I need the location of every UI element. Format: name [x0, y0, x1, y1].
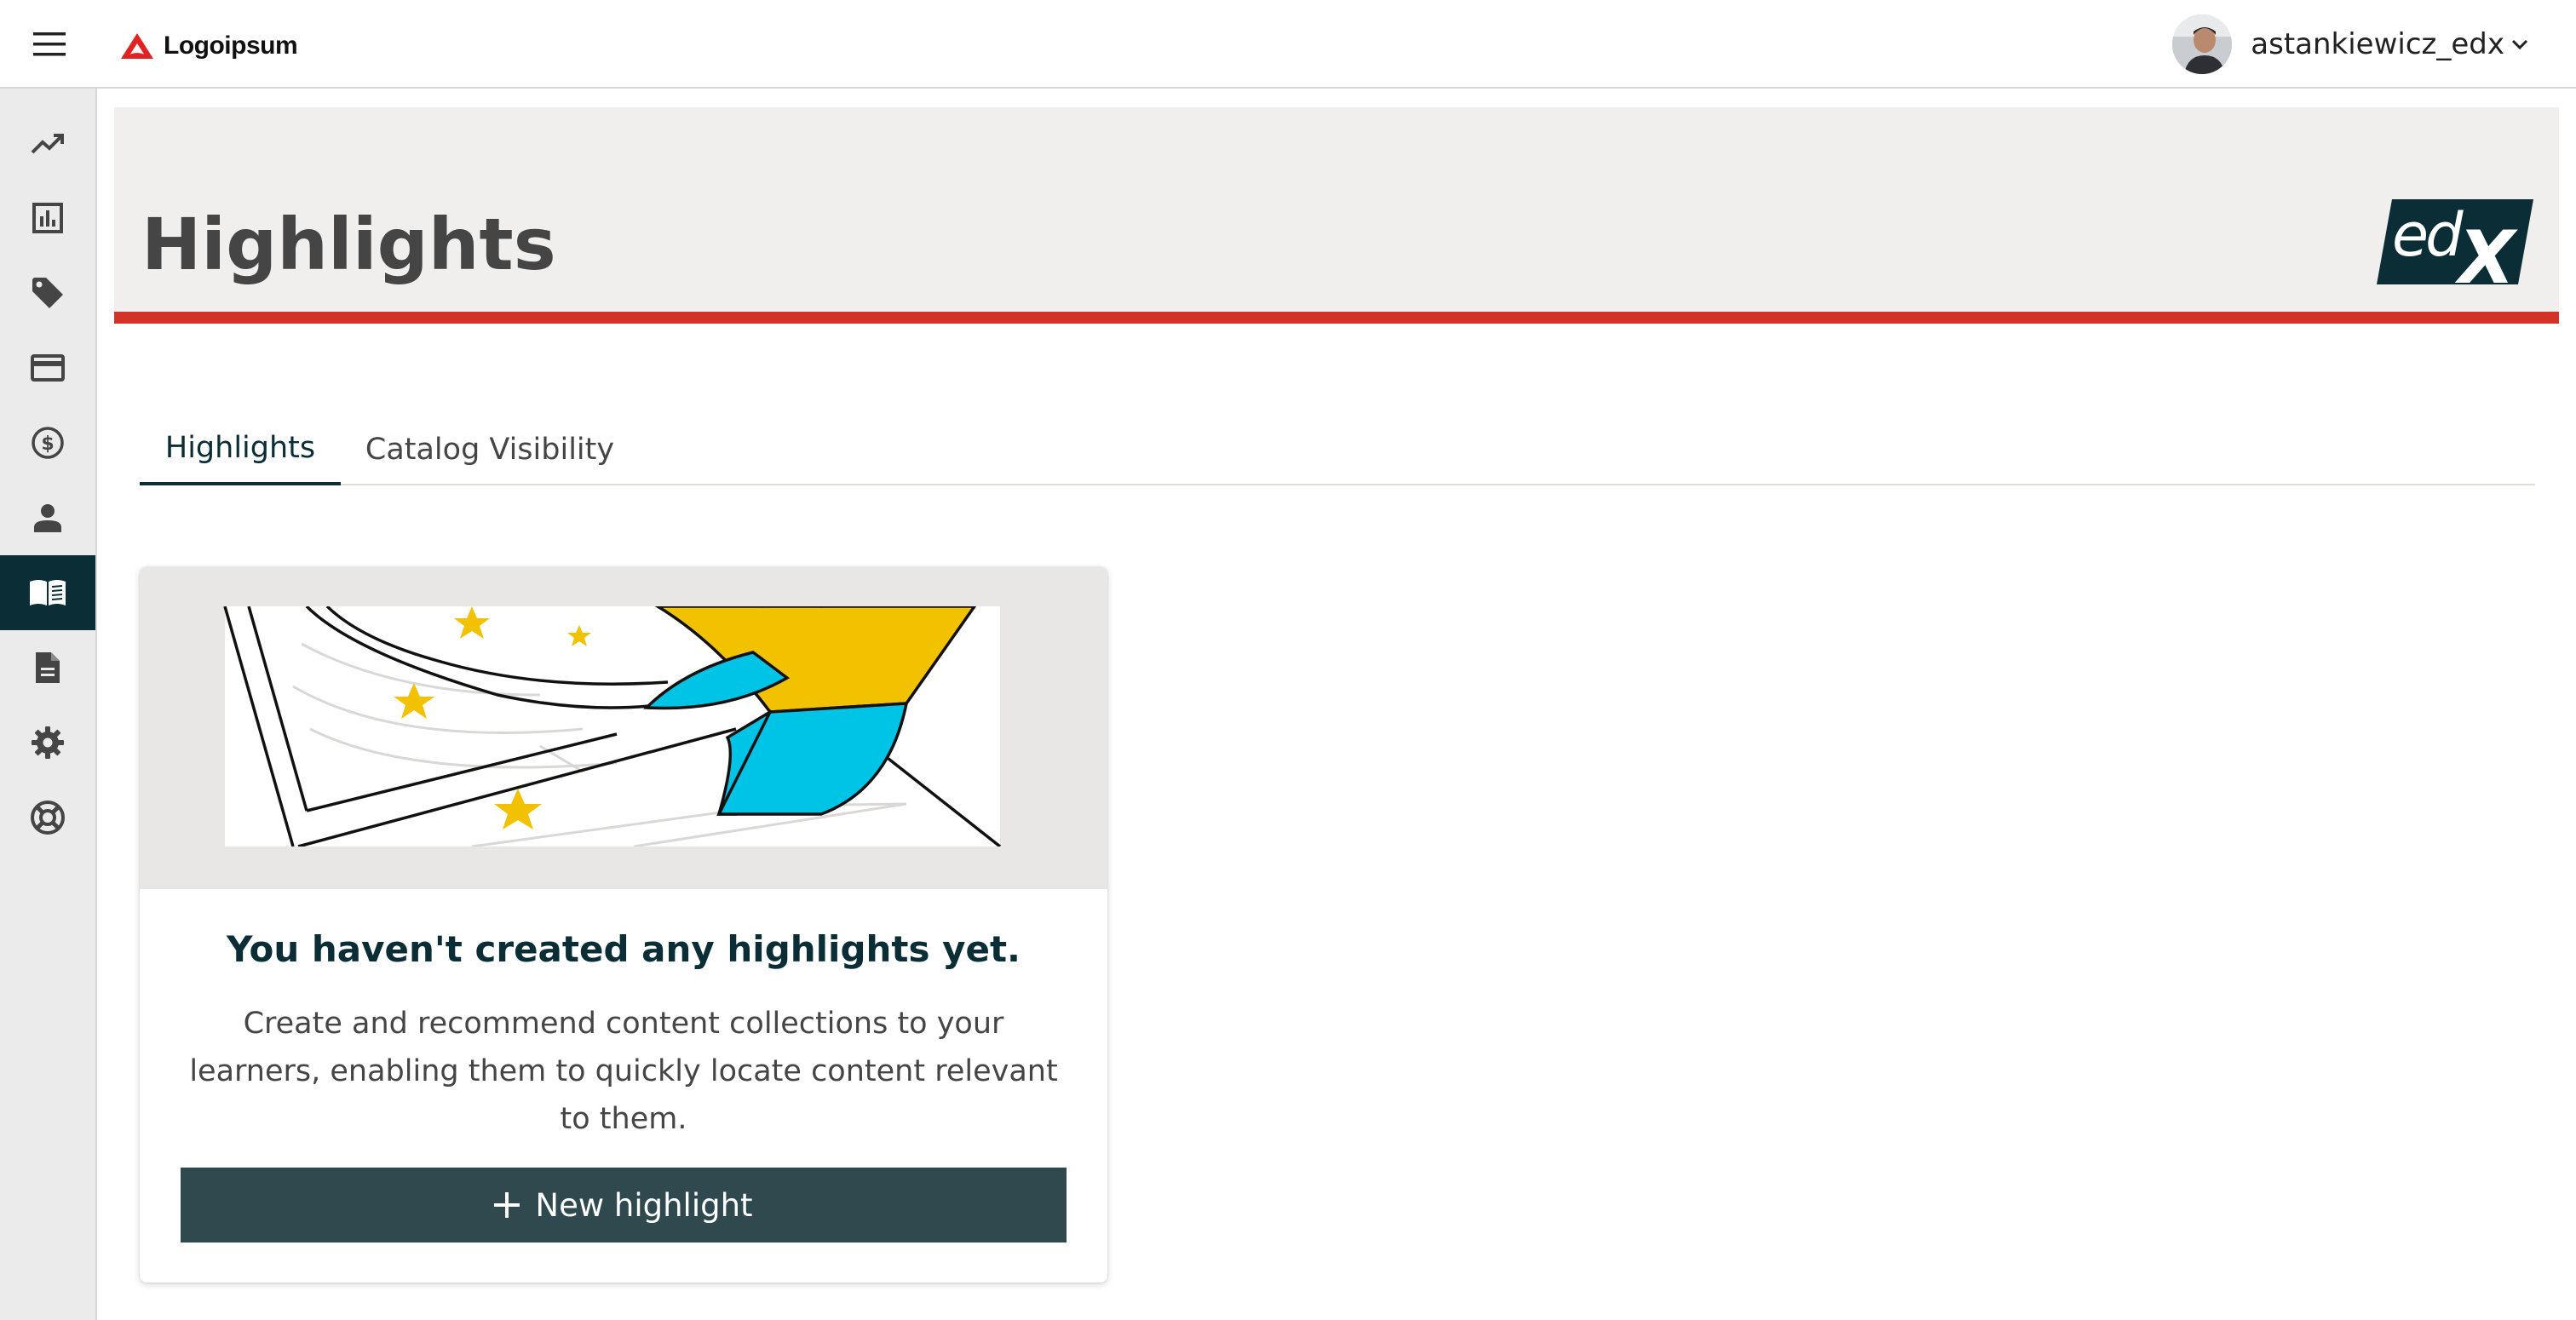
svg-text:ed: ed: [2392, 200, 2464, 270]
page-title: Highlights: [141, 203, 556, 286]
sidebar-item-content-highlights[interactable]: [0, 555, 95, 630]
edx-logo: ed X: [2377, 198, 2533, 301]
credit-card-icon: [31, 354, 65, 382]
dollar-icon: $: [32, 427, 64, 459]
tabs-bar: Highlights Catalog Visibility: [140, 414, 2535, 485]
document-icon: [36, 652, 60, 683]
tab-highlights[interactable]: Highlights: [140, 414, 341, 485]
hamburger-menu-button[interactable]: [20, 19, 78, 70]
sidebar-item-people[interactable]: [0, 480, 95, 555]
new-highlight-button[interactable]: New highlight: [181, 1168, 1067, 1243]
tag-icon: [32, 278, 63, 308]
username-label: astankiewicz_edx: [2251, 27, 2504, 61]
trending-up-icon: [31, 134, 64, 154]
logo-mark-icon: [121, 33, 153, 59]
sidebar-item-support[interactable]: [0, 780, 95, 855]
sidebar-item-codes[interactable]: [0, 255, 95, 330]
empty-state-title: You haven't created any highlights yet.: [226, 928, 1021, 970]
gear-icon: [32, 726, 64, 759]
chevron-down-icon: [2511, 39, 2528, 50]
sidebar-nav: $: [0, 89, 97, 1320]
sidebar-item-subscriptions[interactable]: [0, 330, 95, 405]
sidebar-item-settings[interactable]: [0, 705, 95, 780]
top-header: Logoipsum astankiewicz_edx: [0, 0, 2576, 89]
plus-icon: [494, 1192, 520, 1218]
support-icon: [31, 801, 65, 835]
tab-catalog-visibility[interactable]: Catalog Visibility: [341, 414, 639, 485]
svg-text:$: $: [41, 433, 54, 455]
logo-text: Logoipsum: [164, 32, 298, 60]
rocket-illustration: [140, 567, 1107, 889]
sidebar-item-analytics[interactable]: [0, 106, 95, 181]
avatar: [2172, 14, 2233, 74]
new-highlight-label: New highlight: [535, 1186, 753, 1224]
svg-text:X: X: [2454, 215, 2518, 286]
empty-state-description: Create and recommend content collections…: [189, 1007, 1058, 1136]
person-icon: [34, 504, 61, 532]
sidebar-item-learner-credit[interactable]: [0, 630, 95, 705]
hero-accent-bar: [114, 312, 2559, 324]
hamburger-icon: [33, 32, 66, 56]
user-menu-dropdown[interactable]: astankiewicz_edx: [2172, 12, 2528, 77]
book-icon: [30, 580, 66, 605]
logoipsum-logo[interactable]: Logoipsum: [119, 29, 298, 63]
empty-state-card: You haven't created any highlights yet. …: [140, 567, 1107, 1283]
bar-chart-icon: [32, 203, 63, 233]
sidebar-item-reports[interactable]: [0, 181, 95, 255]
sidebar-item-budgets[interactable]: $: [0, 405, 95, 480]
